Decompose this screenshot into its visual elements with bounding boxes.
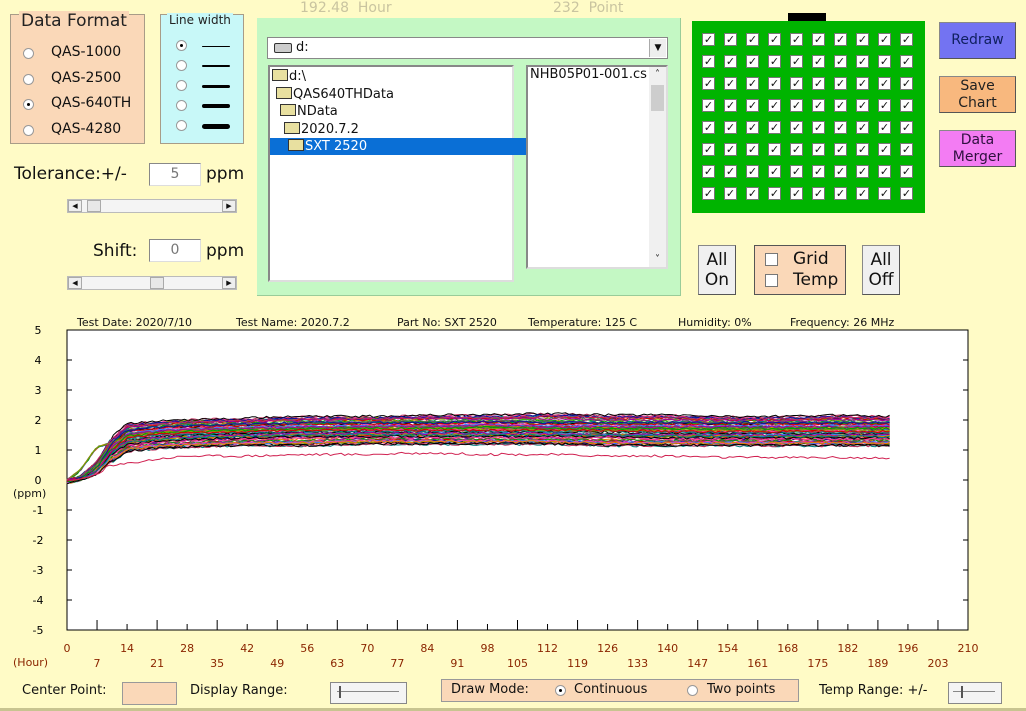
line-sample — [202, 45, 230, 47]
slider-thumb[interactable] — [339, 686, 341, 698]
format-radio[interactable] — [23, 99, 34, 110]
slider-thumb[interactable] — [961, 686, 963, 698]
x-tick-label: 189 — [867, 657, 888, 670]
display-range-slider[interactable] — [330, 682, 407, 704]
x-tick-label: 63 — [330, 657, 344, 670]
x-tick-label: 182 — [837, 642, 858, 655]
continuous-label: Continuous — [574, 682, 648, 697]
format-radio[interactable] — [23, 73, 34, 85]
y-tick-label: 4 — [35, 354, 42, 367]
x-tick-label: 196 — [897, 642, 918, 655]
format-option-label: QAS-1000 — [51, 44, 122, 60]
x-tick-label: 133 — [627, 657, 648, 670]
x-tick-label: 28 — [180, 642, 194, 655]
x-tick-label: 175 — [807, 657, 828, 670]
plot-area — [66, 329, 969, 631]
format-option-label: QAS-2500 — [51, 69, 122, 86]
x-tick-label: 70 — [360, 642, 374, 655]
x-tick-label: 161 — [747, 657, 768, 670]
x-tick-label: 0 — [64, 642, 71, 655]
draw-mode-label: Draw Mode: — [451, 682, 529, 697]
line-sample — [202, 65, 230, 67]
x-axis-label: (Hour) — [13, 656, 49, 669]
draw-mode-group: Draw Mode: Continuous Two points — [441, 679, 799, 702]
y-tick-label: -1 — [33, 504, 44, 517]
line-width-radio[interactable] — [176, 100, 187, 111]
x-tick-label: 126 — [597, 642, 618, 655]
x-tick-label: 7 — [94, 657, 101, 670]
x-tick-label: 42 — [240, 642, 254, 655]
y-tick-label: -4 — [33, 594, 44, 607]
line-width-radio[interactable] — [176, 60, 187, 71]
display-range-label: Display Range: — [190, 683, 288, 698]
format-radio[interactable] — [23, 124, 34, 136]
x-tick-label: 112 — [537, 642, 558, 655]
temp-range-slider[interactable] — [948, 682, 1002, 704]
center-point-field[interactable] — [122, 682, 177, 705]
y-tick-label: -3 — [33, 564, 44, 577]
y-tick-label: 1 — [35, 444, 42, 457]
y-tick-label: -5 — [33, 624, 44, 637]
x-tick-label: 98 — [480, 642, 494, 655]
line-sample — [202, 123, 230, 129]
x-tick-label: 147 — [687, 657, 708, 670]
x-tick-label: 119 — [567, 657, 588, 670]
format-radio[interactable] — [23, 48, 34, 59]
x-tick-label: 210 — [958, 642, 979, 655]
continuous-radio[interactable] — [555, 685, 566, 696]
x-tick-label: 14 — [120, 642, 134, 655]
x-tick-label: 140 — [657, 642, 678, 655]
x-tick-label: 49 — [270, 657, 284, 670]
x-tick-label: 105 — [507, 657, 528, 670]
x-tick-label: 35 — [210, 657, 224, 670]
format-option-label: QAS-640TH — [51, 95, 132, 111]
two-points-label: Two points — [707, 682, 776, 697]
x-tick-label: 56 — [300, 642, 314, 655]
two-points-radio[interactable] — [687, 685, 698, 696]
line-width-radio[interactable] — [176, 120, 187, 131]
y-tick-label: -2 — [33, 534, 44, 547]
line-sample — [202, 104, 230, 108]
format-option-label: QAS-4280 — [51, 120, 122, 137]
y-axis-label: (ppm) — [13, 487, 47, 500]
x-tick-label: 168 — [777, 642, 798, 655]
x-tick-label: 203 — [927, 657, 948, 670]
y-tick-label: 3 — [35, 384, 42, 397]
x-tick-label: 154 — [717, 642, 738, 655]
y-tick-label: 5 — [35, 324, 42, 337]
y-tick-label: 0 — [35, 474, 42, 487]
drift-chart: 543210-1-2-3-4-50 14 28 42 56 70 84 98 112 126 140… — [33, 324, 979, 670]
x-tick-label: 21 — [150, 657, 164, 670]
x-tick-label: 84 — [420, 642, 434, 655]
y-tick-label: 2 — [35, 414, 42, 427]
line-width-radio[interactable] — [176, 80, 187, 91]
line-sample — [202, 84, 230, 88]
center-point-label: Center Point: — [22, 683, 107, 698]
line-width-radio[interactable] — [176, 40, 187, 51]
x-tick-label: 91 — [450, 657, 464, 670]
temp-range-label: Temp Range: +/- — [819, 683, 928, 698]
x-tick-label: 77 — [390, 657, 404, 670]
